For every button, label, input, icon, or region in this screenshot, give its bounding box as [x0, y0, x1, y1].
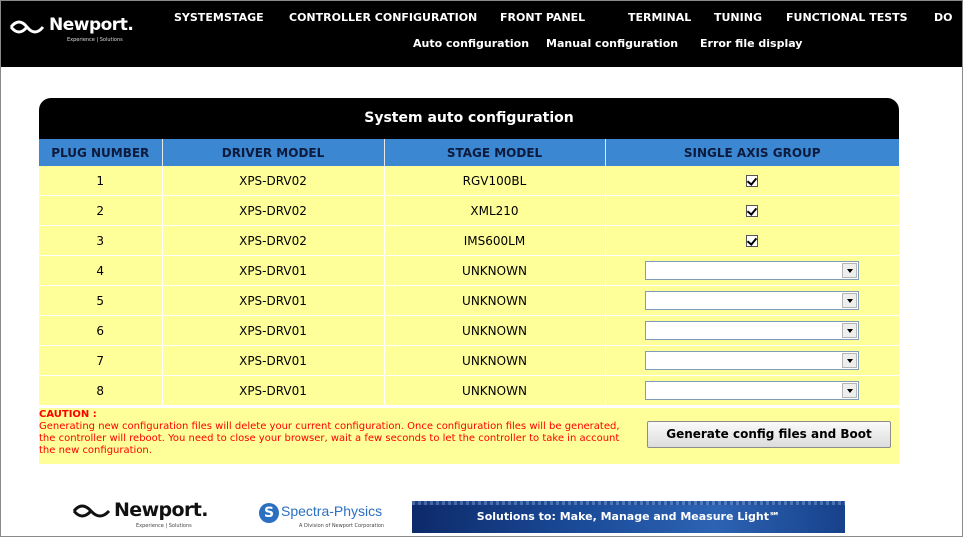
chevron-down-icon[interactable] — [842, 293, 858, 308]
logo-tagline: Experience | Solutions — [67, 37, 123, 43]
plug-table: PLUG NUMBER DRIVER MODEL STAGE MODEL SIN… — [39, 139, 899, 406]
chevron-down-icon[interactable] — [842, 383, 858, 398]
browser-page: Newport. Experience | Solutions SYSTEM S… — [0, 0, 963, 537]
chevron-down-icon[interactable] — [842, 353, 858, 368]
stage-model: IMS600LM — [384, 225, 606, 256]
single-axis-group-cell — [605, 255, 899, 286]
table-row: 6 XPS-DRV01 UNKNOWN — [39, 315, 899, 346]
newport-logo-icon — [9, 20, 45, 34]
top-navigation-bar: Newport. Experience | Solutions SYSTEM S… — [1, 1, 962, 67]
table-row: 8 XPS-DRV01 UNKNOWN — [39, 375, 899, 406]
stage-model: UNKNOWN — [384, 285, 606, 316]
plug-number: 1 — [39, 166, 163, 196]
driver-model: XPS-DRV02 — [162, 166, 385, 196]
stage-model: UNKNOWN — [384, 315, 606, 346]
caution-title: CAUTION : — [39, 409, 97, 420]
menu-tuning[interactable]: TUNING — [714, 11, 762, 24]
stage-model: XML210 — [384, 195, 606, 226]
stage-model: UNKNOWN — [384, 345, 606, 376]
driver-model: XPS-DRV01 — [162, 315, 385, 346]
plug-number: 4 — [39, 255, 163, 286]
table-row: 4 XPS-DRV01 UNKNOWN — [39, 255, 899, 286]
plug-number: 6 — [39, 315, 163, 346]
footer-banner[interactable]: Solutions to: Make, Manage and Measure L… — [412, 501, 845, 533]
single-axis-group-cell — [605, 375, 899, 406]
single-axis-group-select[interactable] — [645, 261, 860, 280]
menu-terminal[interactable]: TERMINAL — [628, 11, 691, 24]
stage-model: RGV100BL — [384, 166, 606, 196]
caution-message: CAUTION : Generating new configuration f… — [39, 409, 629, 457]
caution-text: Generating new configuration files will … — [39, 421, 620, 456]
table-header-row: PLUG NUMBER DRIVER MODEL STAGE MODEL SIN… — [39, 139, 899, 166]
logo-text: Newport. — [49, 15, 134, 35]
table-row: 1 XPS-DRV02 RGV100BL — [39, 166, 899, 196]
single-axis-group-select[interactable] — [645, 351, 860, 370]
single-axis-group-cell — [605, 166, 899, 196]
single-axis-group-checkbox[interactable] — [746, 205, 759, 217]
panel-title: System auto configuration — [39, 98, 899, 139]
submenu-error-file-display[interactable]: Error file display — [700, 37, 802, 50]
chevron-down-icon[interactable] — [842, 323, 858, 338]
driver-model: XPS-DRV01 — [162, 285, 385, 316]
menu-stage[interactable]: STAGE — [224, 11, 264, 24]
single-axis-group-checkbox[interactable] — [746, 175, 759, 187]
single-axis-group-cell — [605, 345, 899, 376]
single-axis-group-select[interactable] — [645, 291, 860, 310]
driver-model: XPS-DRV01 — [162, 375, 385, 406]
submenu-manual-configuration[interactable]: Manual configuration — [546, 37, 678, 50]
plug-number: 2 — [39, 195, 163, 226]
table-row: 5 XPS-DRV01 UNKNOWN — [39, 285, 899, 316]
single-axis-group-cell — [605, 225, 899, 256]
driver-model: XPS-DRV01 — [162, 345, 385, 376]
single-axis-group-select[interactable] — [645, 381, 860, 400]
stage-model: UNKNOWN — [384, 375, 606, 406]
submenu-auto-configuration[interactable]: Auto configuration — [413, 37, 529, 50]
single-axis-group-cell — [605, 195, 899, 226]
menu-functional-tests[interactable]: FUNCTIONAL TESTS — [786, 11, 908, 24]
single-axis-group-cell — [605, 285, 899, 316]
menu-do[interactable]: DO — [934, 11, 952, 24]
menu-controller-configuration[interactable]: CONTROLLER CONFIGURATION — [289, 11, 477, 24]
column-header-stage-model: STAGE MODEL — [384, 139, 606, 166]
caution-row: CAUTION : Generating new configuration f… — [39, 408, 899, 464]
footer-logo-tagline: Experience | Solutions — [136, 523, 192, 529]
driver-model: XPS-DRV01 — [162, 255, 385, 286]
footer-logo-text: Newport. — [114, 499, 208, 521]
spectra-physics-icon: S — [259, 503, 279, 523]
plug-number: 3 — [39, 225, 163, 256]
plug-number: 8 — [39, 375, 163, 406]
driver-model: XPS-DRV02 — [162, 225, 385, 256]
table-row: 3 XPS-DRV02 IMS600LM — [39, 225, 899, 256]
newport-logo-icon — [72, 504, 111, 518]
single-axis-group-select[interactable] — [645, 321, 860, 340]
column-header-single-axis-group: SINGLE AXIS GROUP — [605, 139, 899, 166]
generate-config-button[interactable]: Generate config files and Boot — [647, 421, 891, 448]
plug-number: 5 — [39, 285, 163, 316]
single-axis-group-checkbox[interactable] — [746, 235, 759, 247]
single-axis-group-cell — [605, 315, 899, 346]
table-row: 7 XPS-DRV01 UNKNOWN — [39, 345, 899, 376]
column-header-plug-number: PLUG NUMBER — [39, 139, 163, 166]
menu-system[interactable]: SYSTEM — [174, 11, 224, 24]
menu-front-panel[interactable]: FRONT PANEL — [500, 11, 585, 24]
stage-model: UNKNOWN — [384, 255, 606, 286]
column-header-driver-model: DRIVER MODEL — [162, 139, 385, 166]
chevron-down-icon[interactable] — [842, 263, 858, 278]
spectra-physics-tagline: A Division of Newport Corporation — [299, 523, 385, 529]
driver-model: XPS-DRV02 — [162, 195, 385, 226]
spectra-physics-text: Spectra-Physics — [281, 503, 383, 519]
table-row: 2 XPS-DRV02 XML210 — [39, 195, 899, 226]
plug-number: 7 — [39, 345, 163, 376]
